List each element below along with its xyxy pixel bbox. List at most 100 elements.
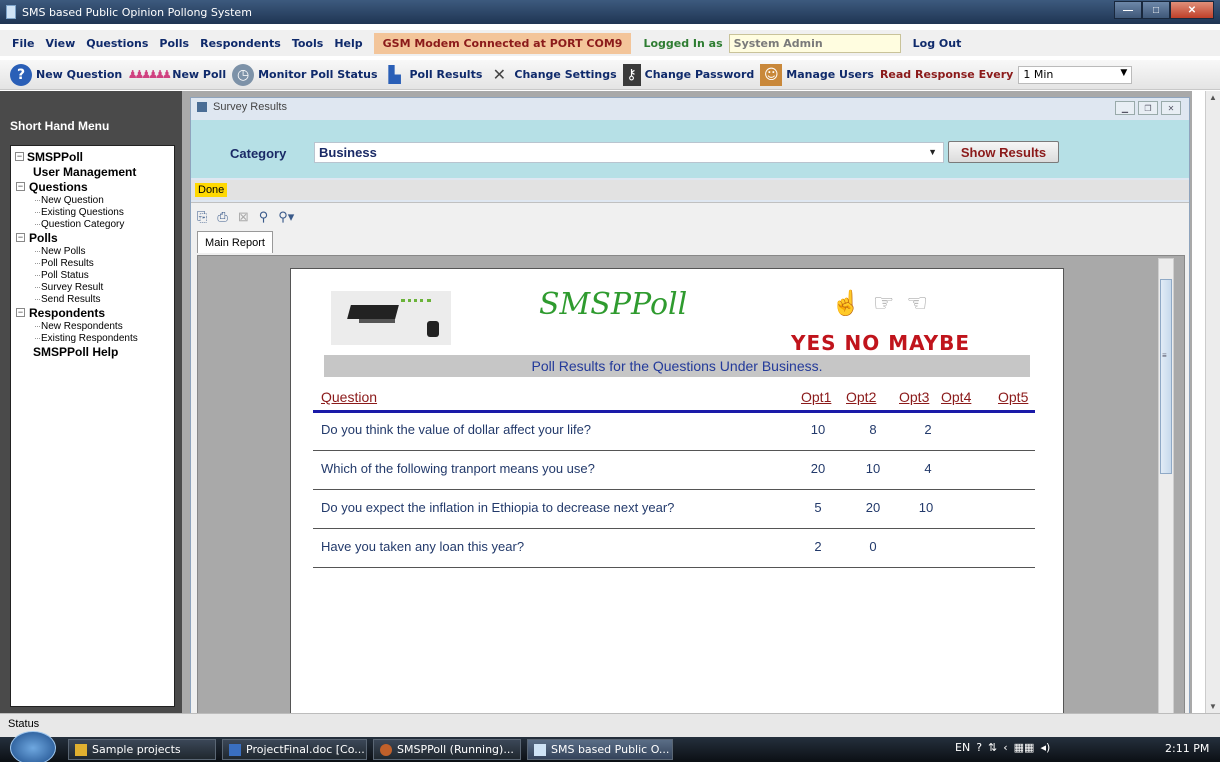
minimize-button[interactable]: — xyxy=(1114,1,1142,19)
visual-studio-icon xyxy=(380,743,392,756)
report-vertical-scrollbar[interactable]: ≡ xyxy=(1158,258,1174,714)
tray-apps-icon[interactable]: ▦▦ xyxy=(1014,741,1035,754)
category-select[interactable]: Business ▼ xyxy=(314,142,944,163)
users-icon: ☺ xyxy=(760,63,783,86)
start-button[interactable] xyxy=(10,731,56,762)
manage-users-label: Manage Users xyxy=(786,68,874,81)
category-panel: Category Business ▼ Show Results xyxy=(191,120,1189,178)
tree-questions[interactable]: − Questions xyxy=(15,179,170,194)
tree-survey-result[interactable]: Survey Result xyxy=(15,281,170,293)
zoom-icon[interactable]: ⚲▾ xyxy=(278,209,294,225)
main-vertical-scrollbar[interactable]: ▲ ▼ xyxy=(1205,91,1220,713)
tree-send-results[interactable]: Send Results xyxy=(15,293,170,305)
tree-existing-respondents[interactable]: Existing Respondents xyxy=(15,332,170,344)
tree-poll-status[interactable]: Poll Status xyxy=(15,269,170,281)
monitor-poll-label: Monitor Poll Status xyxy=(258,68,378,81)
category-value: Business xyxy=(319,145,377,160)
report-band-title: Poll Results for the Questions Under Bus… xyxy=(324,355,1030,377)
collapse-icon[interactable]: − xyxy=(16,182,25,191)
opt3-value: 2 xyxy=(924,422,932,437)
status-text: Status xyxy=(8,718,40,730)
new-poll-button[interactable]: ♟♟♟♟♟♟ New Poll xyxy=(128,64,226,86)
child-close-button[interactable]: ✕ xyxy=(1161,101,1181,115)
tree-new-respondents[interactable]: New Respondents xyxy=(15,320,170,332)
child-minimize-button[interactable]: ▁ xyxy=(1115,101,1135,115)
show-results-button[interactable]: Show Results xyxy=(948,141,1059,163)
system-tray: EN ? ⇅ ‹ ▦▦ ◂) xyxy=(955,741,1056,754)
menu-tools[interactable]: Tools xyxy=(292,37,323,50)
poll-results-button[interactable]: ▙ Poll Results xyxy=(384,64,483,86)
tree-poll-results[interactable]: Poll Results xyxy=(15,257,170,269)
taskbar-item-sms-public[interactable]: SMS based Public O... xyxy=(527,739,673,760)
chevron-down-icon: ▼ xyxy=(1120,67,1128,78)
find-icon[interactable]: ⚲ xyxy=(259,209,269,225)
read-response-select[interactable]: 1 Min ▼ xyxy=(1018,65,1133,84)
child-restore-button[interactable]: ❐ xyxy=(1138,101,1158,115)
language-indicator[interactable]: EN xyxy=(955,741,970,754)
poll-results-label: Poll Results xyxy=(409,68,483,81)
logout-link[interactable]: Log Out xyxy=(913,37,962,50)
grip-icon: ≡ xyxy=(1162,351,1167,360)
taskbar-item-projectfinal[interactable]: ProjectFinal.doc [Co... xyxy=(222,739,367,760)
manage-users-button[interactable]: ☺ Manage Users xyxy=(760,63,874,86)
tree-new-polls[interactable]: New Polls xyxy=(15,245,170,257)
tab-main-report[interactable]: Main Report xyxy=(197,231,273,253)
scroll-down-icon[interactable]: ▼ xyxy=(1209,702,1217,711)
menu-view[interactable]: View xyxy=(46,37,76,50)
category-label: Category xyxy=(230,146,287,161)
menu-polls[interactable]: Polls xyxy=(159,37,189,50)
tree-respondents[interactable]: − Respondents xyxy=(15,305,170,320)
change-settings-label: Change Settings xyxy=(514,68,617,81)
taskbar: Sample projects ProjectFinal.doc [Co... … xyxy=(0,731,1220,762)
tree-help[interactable]: SMSPPoll Help xyxy=(15,344,170,359)
child-window-controls: ▁ ❐ ✕ xyxy=(1112,101,1181,115)
scroll-thumb[interactable] xyxy=(1160,279,1172,474)
taskbar-item-label: ProjectFinal.doc [Co... xyxy=(246,743,365,756)
read-response-value: 1 Min xyxy=(1023,67,1054,81)
scroll-up-icon[interactable]: ▲ xyxy=(1209,93,1217,102)
monitor-base xyxy=(359,319,395,323)
export-icon[interactable]: ⎘ xyxy=(197,209,207,225)
new-question-button[interactable]: ? New Question xyxy=(10,63,122,86)
tree-existing-questions[interactable]: Existing Questions xyxy=(15,206,170,218)
header-divider xyxy=(313,410,1035,413)
new-poll-label: New Poll xyxy=(172,68,227,81)
collapse-icon[interactable]: − xyxy=(16,308,25,317)
tree-user-management-label: User Management xyxy=(33,164,137,179)
print-icon[interactable]: ⎙ xyxy=(217,209,227,225)
menu-questions[interactable]: Questions xyxy=(86,37,148,50)
header-opt1: Opt1 xyxy=(801,389,832,405)
volume-icon[interactable]: ◂) xyxy=(1040,741,1050,754)
tree-user-management[interactable]: User Management xyxy=(15,164,170,179)
done-status: Done xyxy=(195,183,228,197)
tree-question-category[interactable]: Question Category xyxy=(15,218,170,230)
clock-time[interactable]: 2:11 PM xyxy=(1165,742,1209,755)
folder-icon xyxy=(75,743,87,756)
taskbar-item-sample-projects[interactable]: Sample projects xyxy=(68,739,216,760)
tray-expand-icon[interactable]: ‹ xyxy=(1003,741,1007,754)
menu-file[interactable]: File xyxy=(12,37,35,50)
yes-no-maybe-text: YES NO MAYBE xyxy=(791,331,971,355)
change-password-button[interactable]: ⚷ Change Password xyxy=(622,63,754,86)
opt2-value: 10 xyxy=(865,461,881,476)
app-icon xyxy=(534,743,546,756)
menu-respondents[interactable]: Respondents xyxy=(200,37,281,50)
tree-polls[interactable]: − Polls xyxy=(15,230,170,245)
opt2-value: 0 xyxy=(869,539,877,554)
change-settings-button[interactable]: ✕ Change Settings xyxy=(488,64,617,86)
taskbar-item-smsppoll-running[interactable]: SMSPPoll (Running)... xyxy=(373,739,521,760)
help-icon[interactable]: ? xyxy=(976,741,982,754)
tree-new-question[interactable]: New Question xyxy=(15,194,170,206)
tree-root[interactable]: − SMSPPoll xyxy=(15,149,170,164)
monitor-poll-button[interactable]: ◷ Monitor Poll Status xyxy=(232,63,378,86)
shorthand-menu-pane: Short Hand Menu − SMSPPoll User Managemen… xyxy=(0,91,182,713)
question-text: Do you expect the inflation in Ethiopia … xyxy=(321,500,675,515)
collapse-icon[interactable]: − xyxy=(16,233,25,242)
opt2-value: 20 xyxy=(865,500,881,515)
maximize-button[interactable]: □ xyxy=(1142,1,1170,19)
report-area: ⎘ ⎙ ⊠ ⚲ ⚲▾ Main Report SMSPPoll ☝☞☜ YES … xyxy=(191,202,1189,716)
collapse-icon[interactable]: − xyxy=(15,152,24,161)
network-icon[interactable]: ⇅ xyxy=(988,741,997,754)
close-button[interactable]: ✕ xyxy=(1170,1,1214,19)
menu-help[interactable]: Help xyxy=(334,37,362,50)
